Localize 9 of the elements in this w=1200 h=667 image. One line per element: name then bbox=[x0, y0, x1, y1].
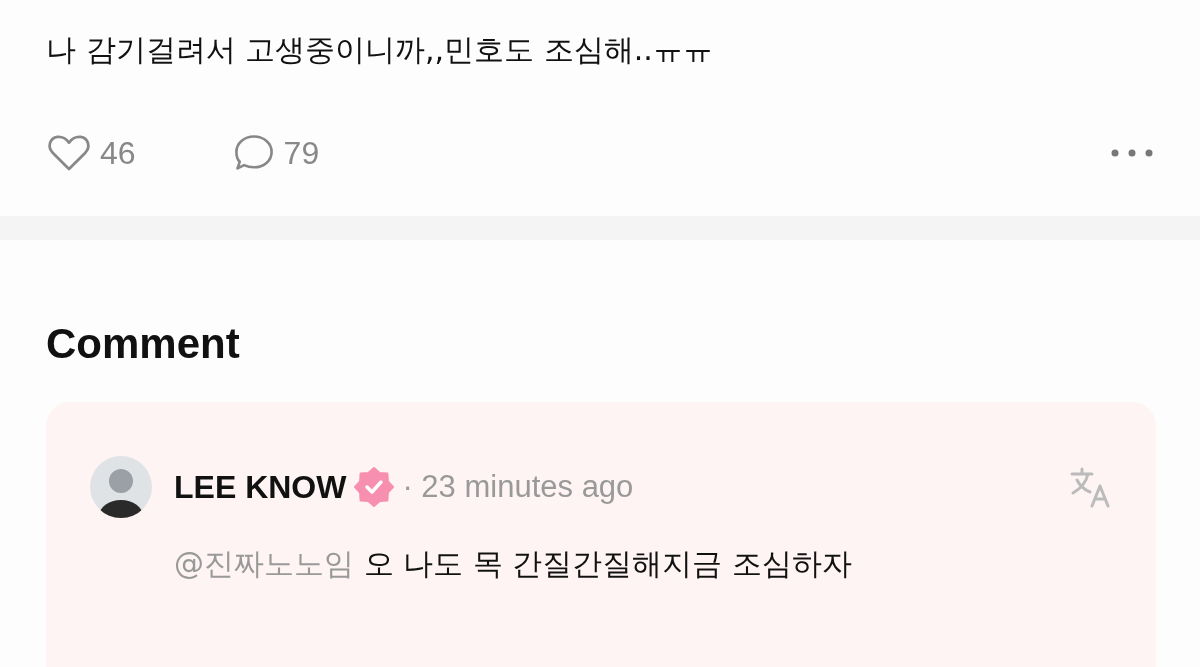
author-name[interactable]: LEE KNOW bbox=[174, 468, 347, 506]
translate-icon[interactable] bbox=[1068, 465, 1112, 509]
comment-count: 79 bbox=[283, 134, 320, 172]
like-count: 46 bbox=[100, 134, 136, 172]
section-title: Comment bbox=[46, 319, 241, 369]
post-text: 나 감기걸려서 고생중이니까,,민호도 조심해..ㅠㅠ bbox=[46, 31, 714, 69]
more-icon[interactable] bbox=[1110, 148, 1154, 158]
comment-time: · 23 minutes ago bbox=[402, 469, 634, 505]
comment-text: 오 나도 목 간질간질해지금 조심하자 bbox=[363, 546, 852, 581]
